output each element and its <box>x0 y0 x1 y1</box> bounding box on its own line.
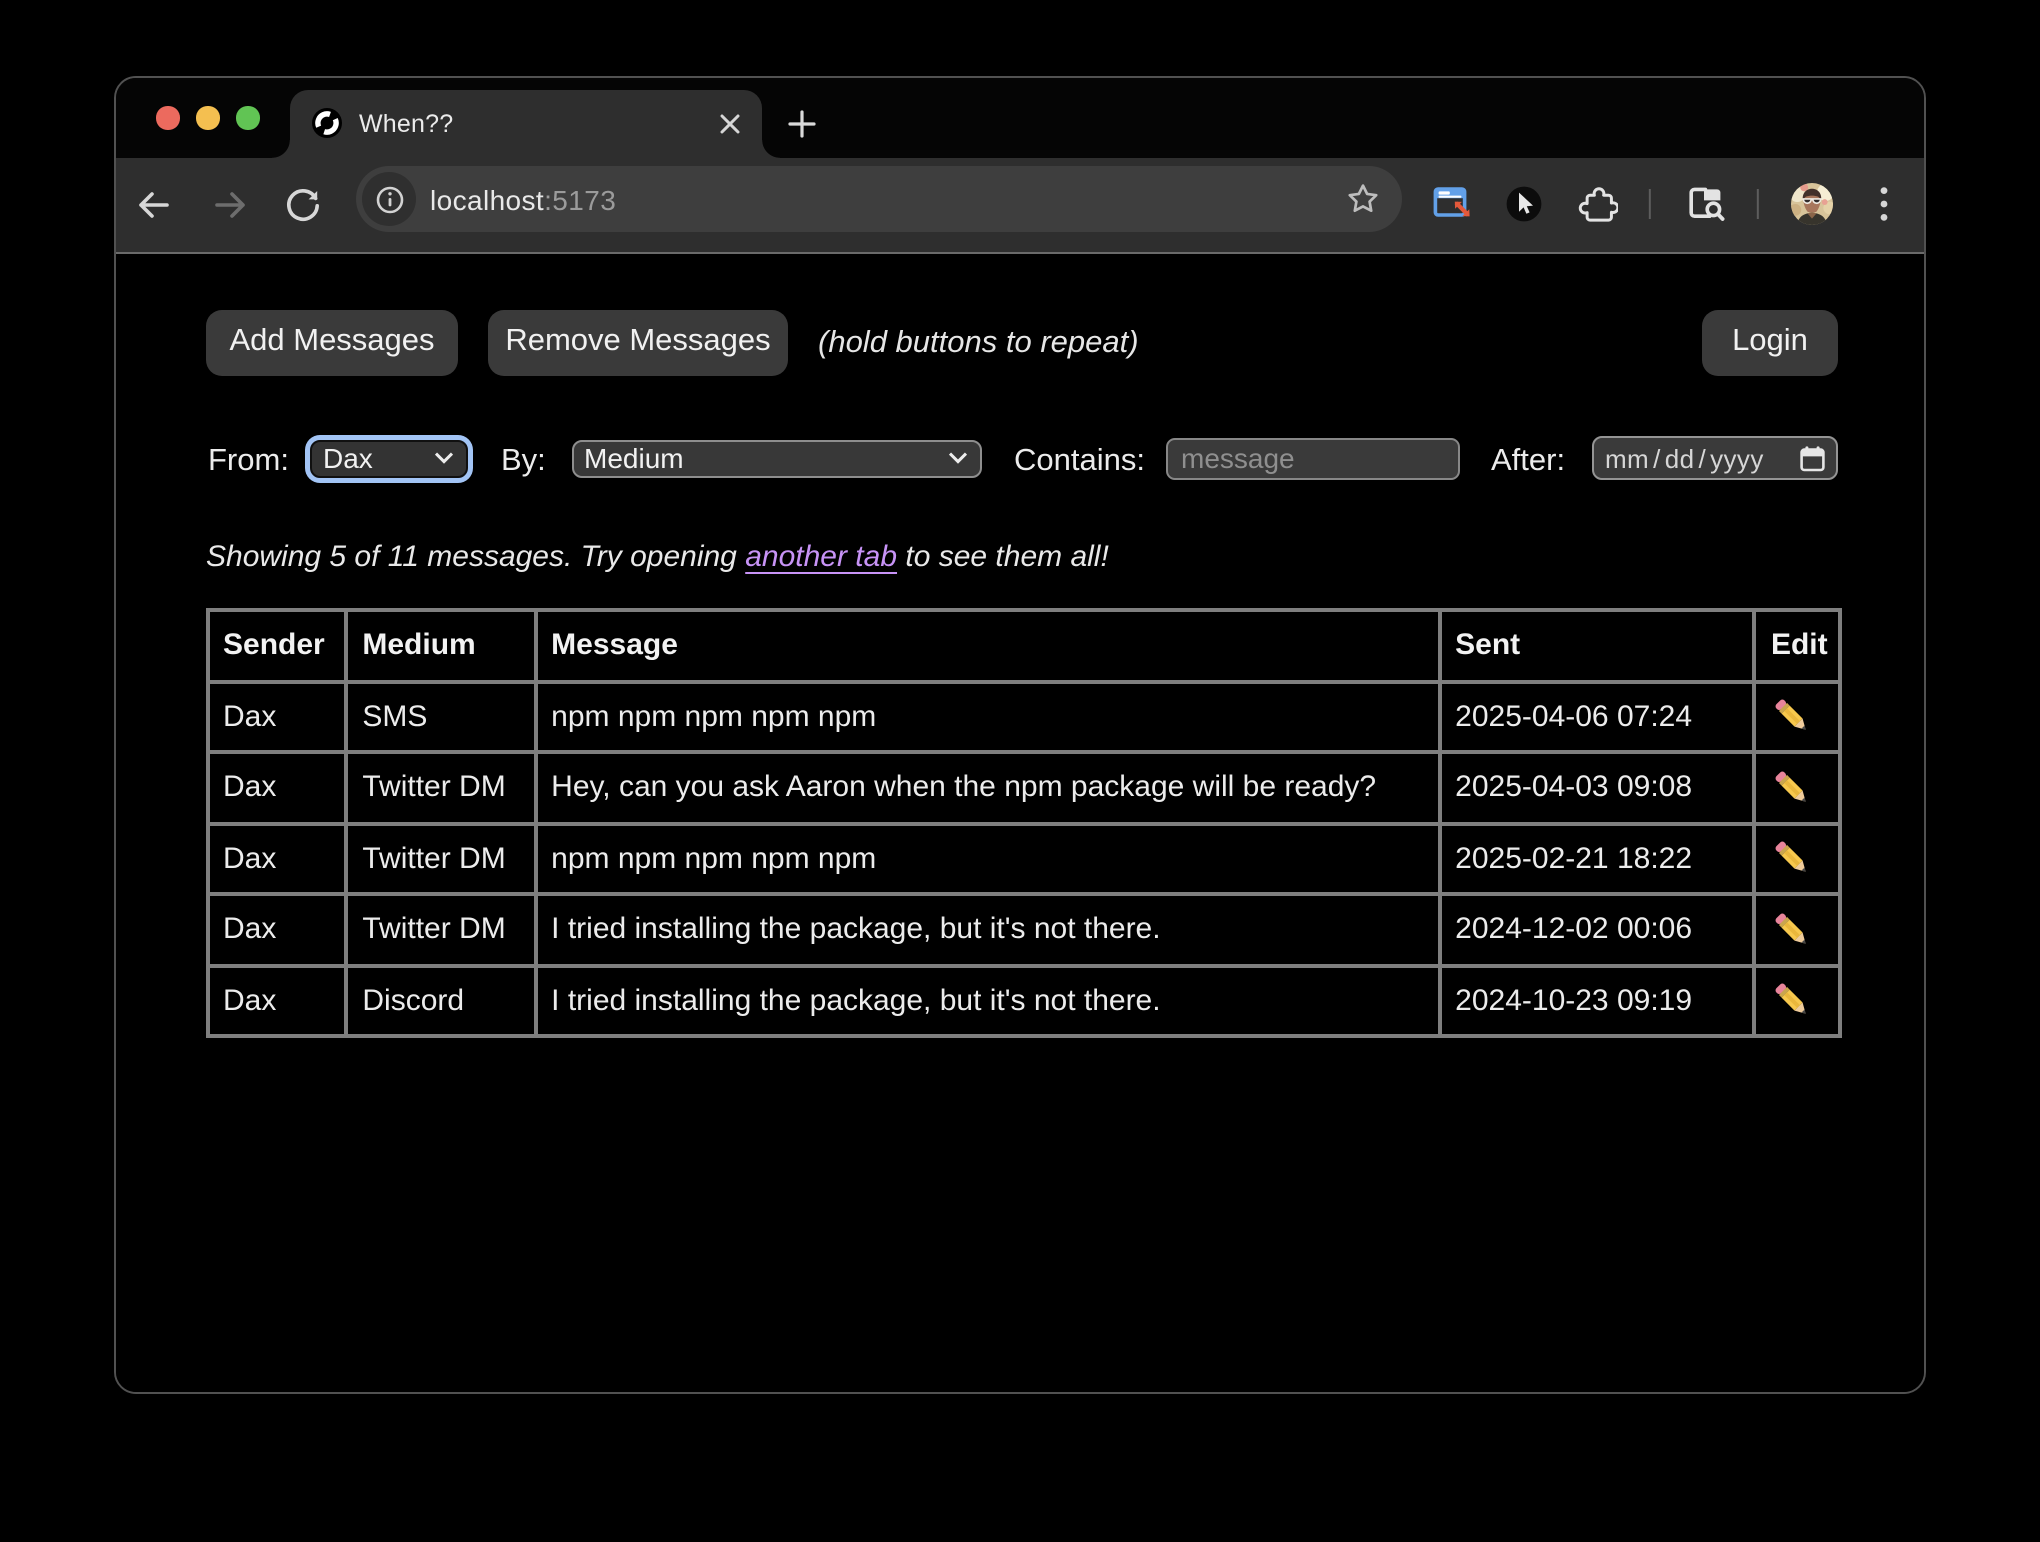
cell-edit[interactable] <box>1755 894 1840 965</box>
from-select-value: Dax <box>323 443 434 475</box>
zoom-window-button[interactable] <box>236 107 259 130</box>
header-sent: Sent <box>1439 610 1755 681</box>
tab-title: When?? <box>359 109 714 137</box>
browser-toolbar: localhost:5173 <box>115 157 1924 254</box>
cell-message: npm npm npm npm npm <box>535 681 1439 752</box>
cell-sent: 2025-04-06 07:24 <box>1439 681 1755 752</box>
pencil-icon <box>1771 766 1815 810</box>
cell-sent: 2025-04-03 09:08 <box>1439 752 1755 823</box>
cell-medium: Discord <box>346 965 535 1036</box>
cell-message: npm npm npm npm npm <box>535 823 1439 894</box>
status-suffix: to see them all! <box>897 539 1109 573</box>
tab-favicon-sync-icon <box>311 108 341 138</box>
chevron-down-icon <box>434 453 454 465</box>
header-edit: Edit <box>1755 610 1840 681</box>
by-select-value: Medium <box>584 443 947 475</box>
calendar-icon[interactable] <box>1800 445 1825 471</box>
after-date-input[interactable]: mm/dd/yyyy <box>1591 436 1838 480</box>
pencil-icon <box>1771 908 1815 952</box>
cell-medium: SMS <box>346 681 535 752</box>
table-row: Dax Discord I tried installing the packa… <box>207 965 1840 1036</box>
status-line: Showing 5 of 11 messages. Try opening an… <box>206 539 1109 573</box>
header-sender: Sender <box>207 610 346 681</box>
from-select[interactable]: Dax <box>310 439 468 478</box>
kebab-menu-icon[interactable] <box>1878 187 1890 223</box>
by-select[interactable]: Medium <box>571 439 981 478</box>
cell-medium: Twitter DM <box>346 823 535 894</box>
chevron-down-icon <box>947 453 967 465</box>
side-panel-search-icon[interactable] <box>1685 184 1727 226</box>
table-header-row: Sender Medium Message Sent Edit <box>207 610 1840 681</box>
contains-input[interactable] <box>1165 437 1459 480</box>
table-row: Dax Twitter DM Hey, can you ask Aaron wh… <box>207 752 1840 823</box>
cell-medium: Twitter DM <box>346 894 535 965</box>
cell-sender: Dax <box>207 823 346 894</box>
status-prefix: Showing 5 of 11 messages. Try opening <box>206 539 745 573</box>
hold-buttons-hint: (hold buttons to repeat) <box>818 325 1139 361</box>
from-label: From: <box>208 444 289 480</box>
contains-label: Contains: <box>1014 444 1145 480</box>
window-controls <box>156 107 259 130</box>
minimize-window-button[interactable] <box>196 107 219 130</box>
date-placeholder: mm/dd/yyyy <box>1605 443 1800 473</box>
pencil-icon <box>1771 695 1815 739</box>
table-row: Dax Twitter DM npm npm npm npm npm 2025-… <box>207 823 1840 894</box>
by-label: By: <box>501 444 546 480</box>
toolbar-divider <box>1649 190 1651 220</box>
cursor-extension-icon[interactable] <box>1503 184 1545 226</box>
browser-tab[interactable]: When?? <box>289 89 762 157</box>
cell-edit[interactable] <box>1755 681 1840 752</box>
toolbar-extensions-area <box>115 157 1924 252</box>
cell-sent: 2025-02-21 18:22 <box>1439 823 1755 894</box>
toolbar-divider <box>1757 190 1759 220</box>
cell-sent: 2024-10-23 09:19 <box>1439 965 1755 1036</box>
table-row: Dax Twitter DM I tried installing the pa… <box>207 894 1840 965</box>
cell-edit[interactable] <box>1755 823 1840 894</box>
header-medium: Medium <box>346 610 535 681</box>
screen: When?? <box>0 0 2040 1542</box>
cell-message: I tried installing the package, but it's… <box>535 965 1439 1036</box>
cell-sender: Dax <box>207 894 346 965</box>
cell-sent: 2024-12-02 00:06 <box>1439 894 1755 965</box>
table-body: Dax SMS npm npm npm npm npm 2025-04-06 0… <box>207 681 1840 1036</box>
messages-table: Sender Medium Message Sent Edit Dax SMS … <box>205 608 1842 1038</box>
cell-sender: Dax <box>207 681 346 752</box>
cell-sender: Dax <box>207 752 346 823</box>
cell-edit[interactable] <box>1755 965 1840 1036</box>
page-content: Add Messages Remove Messages (hold butto… <box>115 255 1924 1393</box>
close-window-button[interactable] <box>156 107 179 130</box>
pencil-icon <box>1771 979 1815 1023</box>
pencil-icon <box>1771 837 1815 881</box>
browser-window: When?? <box>113 75 1926 1393</box>
login-button[interactable]: Login <box>1702 309 1838 375</box>
new-tab-button[interactable] <box>781 103 823 145</box>
cell-sender: Dax <box>207 965 346 1036</box>
add-messages-button[interactable]: Add Messages <box>206 309 458 375</box>
window-resizer-extension-icon[interactable] <box>1430 184 1472 226</box>
table-row: Dax SMS npm npm npm npm npm 2025-04-06 0… <box>207 681 1840 752</box>
another-tab-link[interactable]: another tab <box>745 539 897 573</box>
tab-close-icon[interactable] <box>714 107 746 139</box>
profile-avatar[interactable] <box>1791 183 1834 226</box>
cell-medium: Twitter DM <box>346 752 535 823</box>
cell-edit[interactable] <box>1755 752 1840 823</box>
cell-message: Hey, can you ask Aaron when the npm pack… <box>535 752 1439 823</box>
header-message: Message <box>535 610 1439 681</box>
remove-messages-button[interactable]: Remove Messages <box>488 309 788 375</box>
tab-strip: When?? <box>115 77 1924 157</box>
after-label: After: <box>1491 444 1565 480</box>
extensions-puzzle-icon[interactable] <box>1577 185 1617 225</box>
cell-message: I tried installing the package, but it's… <box>535 894 1439 965</box>
